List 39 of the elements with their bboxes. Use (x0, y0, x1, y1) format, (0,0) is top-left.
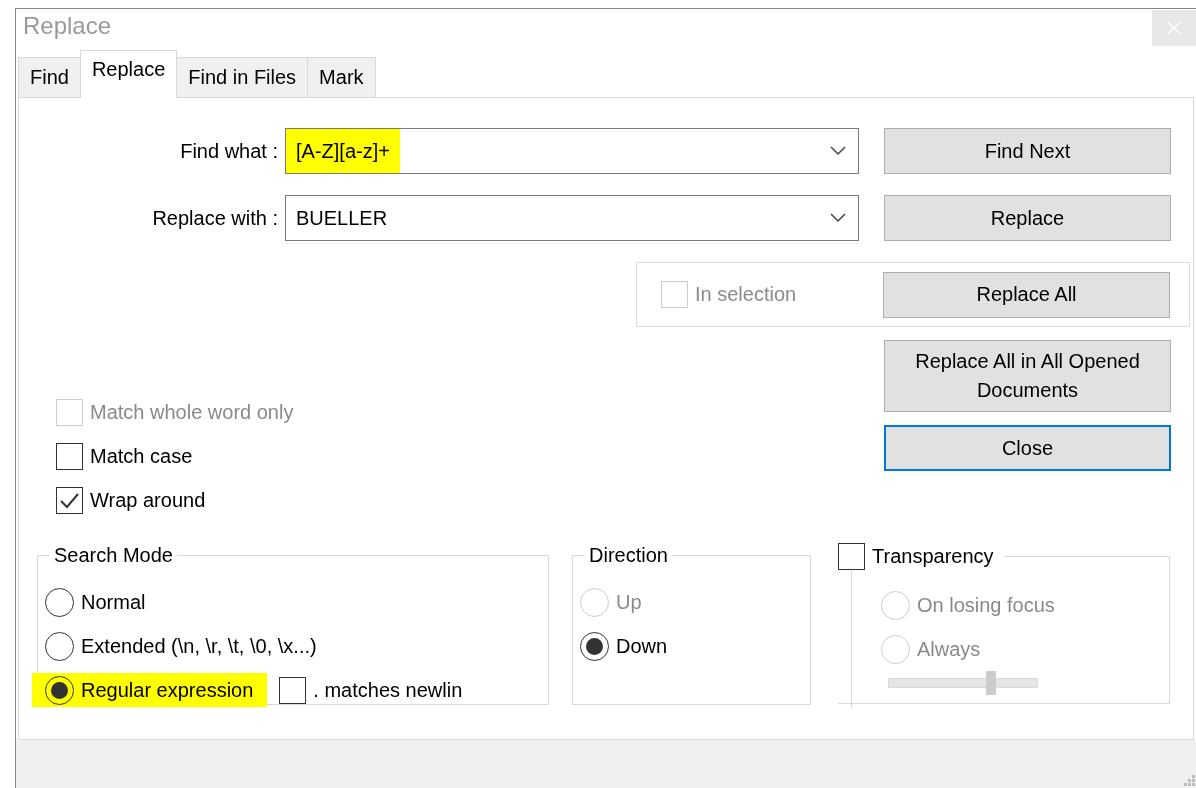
radio-button[interactable] (580, 631, 609, 661)
radio-label: Down (616, 634, 668, 658)
checkbox-label: Wrap around (90, 489, 206, 512)
replace-all-documents-button[interactable]: Replace All in All Opened Documents (884, 340, 1171, 412)
radio-button[interactable] (45, 587, 74, 617)
chevron-down-icon[interactable] (830, 213, 846, 223)
replace-button[interactable]: Replace (884, 195, 1171, 241)
tab[interactable]: Find (18, 57, 81, 97)
find-next-button[interactable]: Find Next (884, 128, 1171, 174)
checkbox-label: In selection (695, 283, 797, 306)
checkbox[interactable] (56, 443, 83, 470)
checkbox-label: Match whole word only (90, 401, 294, 424)
checkbox[interactable] (56, 487, 83, 514)
radio-label: Always (917, 637, 981, 661)
checkbox-label: . matches newlin (313, 678, 463, 702)
checkbox[interactable] (279, 676, 307, 704)
checkbox-label: Transparency (872, 545, 994, 568)
radio-label: Normal (81, 590, 146, 614)
replace-with-field[interactable]: BUELLER (285, 195, 859, 241)
radio-label: Extended (\n, \r, \t, \0, \x...) (81, 634, 317, 658)
radio-label: Up (616, 590, 642, 614)
radio-label: Regular expression (81, 678, 254, 702)
replace-all-button[interactable]: Replace All (883, 271, 1170, 318)
checkbox-label: Match case (90, 445, 193, 468)
close-button[interactable]: Close (884, 425, 1171, 471)
tab[interactable]: Replace (79, 50, 178, 98)
radio-button[interactable] (45, 631, 74, 661)
field-label: Find what : (179, 139, 278, 163)
group-title: Search Mode (53, 544, 174, 567)
tab[interactable]: Mark (307, 57, 376, 97)
group-title: Direction (588, 544, 669, 567)
resize-grip-icon[interactable] (1182, 773, 1196, 787)
field-label: Replace with : (151, 206, 278, 230)
radio-label: On losing focus (917, 593, 1055, 617)
checkbox[interactable] (838, 543, 865, 570)
tab[interactable]: Find in Files (176, 57, 309, 97)
window-title: Replace (23, 12, 112, 41)
find-what-field[interactable]: [A-Z][a-z]+ (285, 128, 859, 174)
chevron-down-icon[interactable] (830, 146, 846, 156)
